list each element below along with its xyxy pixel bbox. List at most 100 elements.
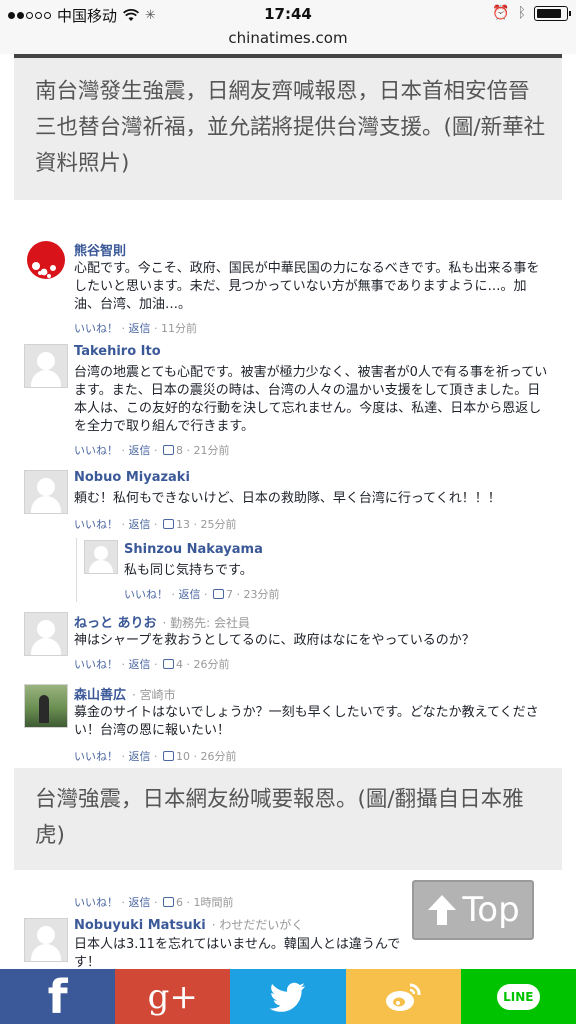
red-flower-avatar-icon: [27, 241, 65, 279]
thumbs-up-icon: [163, 897, 174, 907]
comment-footer: いいね！ · 返信 · 11分前: [74, 322, 197, 335]
comment-author[interactable]: 森山善広 · 宮崎市: [74, 684, 176, 703]
like-count: 8: [176, 444, 183, 457]
comment-footer: いいね！ · 返信 · 10 · 26分前: [74, 750, 237, 763]
like-link[interactable]: いいね！: [74, 750, 118, 763]
like-count: 4: [176, 658, 183, 671]
like-link[interactable]: いいね！: [74, 658, 118, 671]
thumbs-up-icon: [163, 751, 174, 761]
comment-footer: いいね！ · 返信 · 6 · 1時間前: [74, 896, 234, 909]
comment-footer: いいね！ · 返信 · 8 · 21分前: [74, 444, 230, 457]
reply-link[interactable]: 返信: [129, 518, 151, 531]
share-bar: f g+ LINE: [0, 969, 576, 1024]
caption-text: 南台灣發生強震，日網友齊喊報恩，日本首相安倍晉三也替台灣祈福，並允諾將提供台灣支…: [35, 79, 546, 176]
comment-footer: いいね！ · 返信 · 4 · 26分前: [74, 658, 230, 671]
comment-footer: いいね！ · 返信 · 13 · 25分前: [74, 518, 237, 531]
photo-caption: 台灣強震，日本網友紛喊要報恩。(圖/翻攝自日本雅虎): [14, 768, 562, 870]
like-count: 13: [176, 518, 190, 531]
battery-icon: [534, 5, 571, 21]
comment-author[interactable]: Nobuyuki Matsuki · わせだだいがく: [74, 916, 303, 933]
weibo-icon: [386, 982, 421, 1011]
reply-link[interactable]: 返信: [129, 658, 151, 671]
author-meta: · 宮崎市: [132, 688, 176, 702]
google-plus-icon: g+: [147, 976, 198, 1017]
share-twitter-button[interactable]: [230, 969, 346, 1024]
reply-link[interactable]: 返信: [179, 588, 201, 601]
comment-text: 台湾の地震とても心配です。被害が極力少なく、被害者が0人で有る事を祈っています。…: [74, 365, 548, 434]
reply-link[interactable]: 返信: [129, 750, 151, 763]
comment-author[interactable]: ねっと ありお · 勤務先: 会社員: [74, 612, 250, 631]
like-link[interactable]: いいね！: [74, 896, 118, 909]
bluetooth-icon: ᛒ: [517, 5, 526, 21]
comment-text: 日本人は3.11を忘れてはいません。韓国人とは違うんです！: [74, 937, 401, 970]
status-time: 17:44: [264, 5, 312, 23]
avatar: [24, 612, 68, 656]
url-domain: chinatimes.com: [228, 29, 348, 47]
facebook-icon: f: [47, 969, 68, 1024]
like-link[interactable]: いいね！: [74, 322, 118, 335]
avatar: [24, 344, 68, 388]
comment-item: 森山善広 · 宮崎市 募金のサイトはないでしょうか？一刻も早くしたいです。どなたか…: [14, 684, 562, 764]
comment-author[interactable]: Nobuo Miyazaki: [74, 470, 190, 485]
status-bar: 中国移动 ✳ 17:44 ⏰ ᛒ: [0, 0, 576, 28]
twitter-icon: [269, 982, 305, 1012]
comment-author[interactable]: Takehiro Ito: [74, 344, 161, 359]
comment-time: 25分前: [200, 518, 237, 531]
comment-time: 21分前: [193, 444, 230, 457]
comment-item: ねっと ありお · 勤務先: 会社員 神はシャープを救おうとしてるのに、政府はなに…: [14, 612, 562, 672]
thumbs-up-icon: [213, 589, 224, 599]
comment-text: 頼む！私何もできないけど、日本の救助隊、早く台湾に行ってくれ！！！: [74, 491, 501, 506]
like-count: 10: [176, 750, 190, 763]
comment-text: 心配です。今こそ、政府、国民が中華民国の力になるべきです。私も出来る事をしたいと…: [74, 261, 540, 312]
comment-author[interactable]: 熊谷智則: [74, 240, 126, 259]
back-to-top-button[interactable]: Top: [412, 880, 534, 940]
author-meta: · 勤務先: 会社員: [162, 616, 251, 630]
comment-text: 募金のサイトはないでしょうか？一刻も早くしたいです。どなたか教えてください！台湾…: [74, 705, 539, 738]
comment-time: 23分前: [243, 588, 280, 601]
reply-link[interactable]: 返信: [129, 896, 151, 909]
alarm-icon: ⏰: [492, 5, 510, 21]
photo-caption: 南台灣發生強震，日網友齊喊報恩，日本首相安倍晉三也替台灣祈福，並允諾將提供台灣支…: [14, 58, 562, 200]
share-weibo-button[interactable]: [345, 969, 461, 1024]
avatar: [24, 684, 68, 728]
like-count: 6: [176, 896, 183, 909]
comment-item: 熊谷智則 心配です。今こそ、政府、国民が中華民国の力になるべきです。私も出来る事…: [14, 240, 562, 336]
comments-screenshot: 熊谷智則 心配です。今こそ、政府、国民が中華民国の力になるべきです。私も出来る事…: [14, 216, 562, 768]
status-right: ⏰ ᛒ: [492, 5, 571, 21]
avatar: [84, 540, 118, 574]
thumbs-up-icon: [163, 445, 174, 455]
comment-time: 1時間前: [193, 896, 234, 909]
photo-avatar-icon: [39, 695, 49, 723]
author-meta: · わせだだいがく: [211, 918, 304, 932]
comment-footer: いいね！ · 返信 · 7 · 23分前: [124, 588, 280, 601]
comment-author[interactable]: Shinzou Nakayama: [124, 542, 263, 557]
caption-text: 台灣強震，日本網友紛喊要報恩。(圖/翻攝自日本雅虎): [35, 787, 524, 848]
comment-text: 私も同じ気持ちです。: [124, 563, 253, 578]
comment-item: Takehiro Ito 台湾の地震とても心配です。被害が極力少なく、被害者が0…: [14, 344, 562, 464]
reply-item: Shinzou Nakayama 私も同じ気持ちです。 いいね！ · 返信 · …: [14, 538, 562, 604]
reply-link[interactable]: 返信: [129, 444, 151, 457]
like-link[interactable]: いいね！: [74, 518, 118, 531]
share-google-plus-button[interactable]: g+: [115, 969, 231, 1024]
reply-thread-line: [76, 538, 77, 602]
reply-link[interactable]: 返信: [129, 322, 151, 335]
url-bar[interactable]: chinatimes.com: [0, 28, 576, 54]
comment-time: 11分前: [161, 322, 197, 335]
up-arrow-icon: [428, 895, 457, 925]
share-facebook-button[interactable]: f: [0, 969, 116, 1024]
avatar: [24, 240, 68, 284]
line-icon: LINE: [497, 983, 540, 1010]
comment-text: 神はシャープを救おうとしてるのに、政府はなにをやっているのか？: [74, 633, 475, 648]
like-link[interactable]: いいね！: [124, 588, 168, 601]
avatar: [24, 470, 68, 514]
share-line-button[interactable]: LINE: [460, 969, 576, 1024]
like-link[interactable]: いいね！: [74, 444, 118, 457]
avatar: [24, 918, 68, 962]
comment-time: 26分前: [200, 750, 237, 763]
thumbs-up-icon: [163, 519, 174, 529]
like-count: 7: [226, 588, 233, 601]
comment-time: 26分前: [193, 658, 230, 671]
comment-item: Nobuo Miyazaki 頼む！私何もできないけど、日本の救助隊、早く台湾に…: [14, 470, 562, 531]
thumbs-up-icon: [163, 659, 174, 669]
back-to-top-label: Top: [462, 890, 520, 930]
